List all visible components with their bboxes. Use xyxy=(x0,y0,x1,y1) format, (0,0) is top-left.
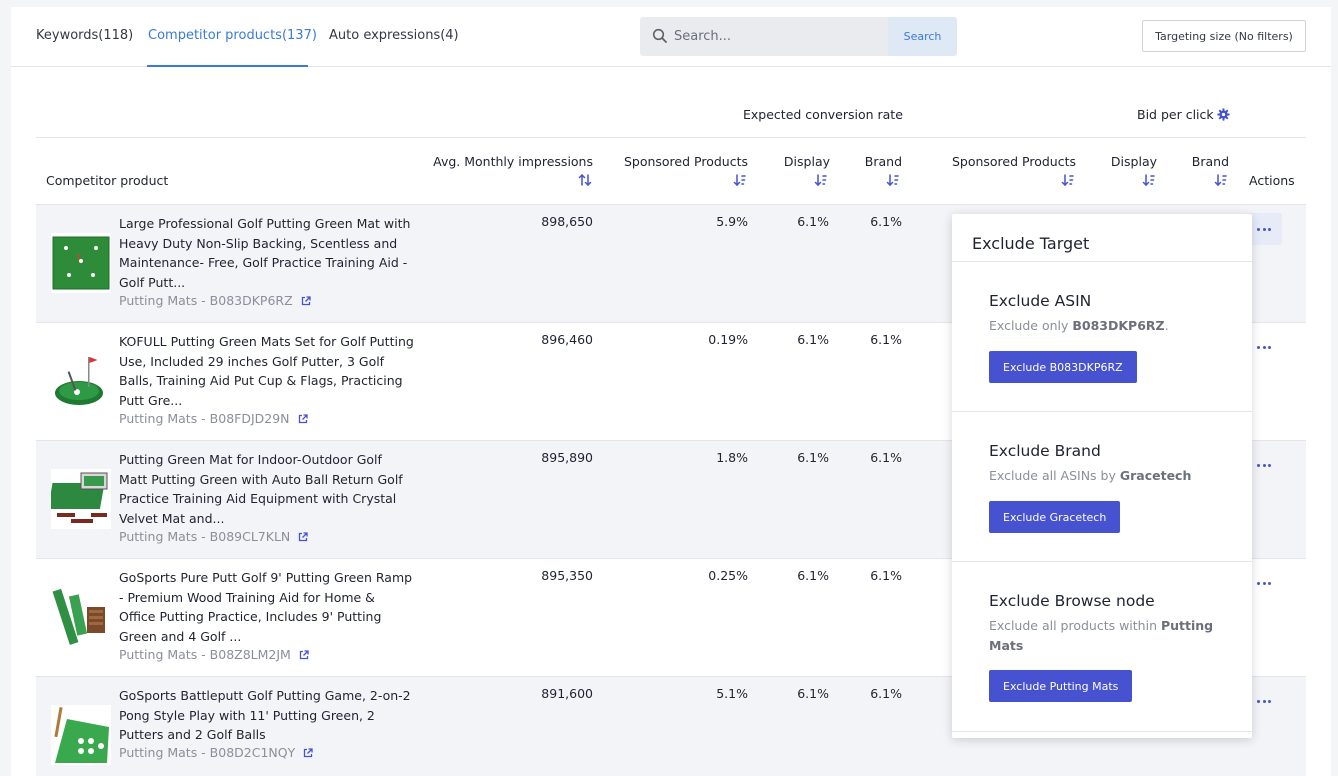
product-thumbnail[interactable] xyxy=(51,469,111,529)
product-meta: Putting Mats - B08FDJD29N xyxy=(119,411,308,426)
search-bar: Search xyxy=(640,17,957,56)
product-category-asin: Putting Mats - B089CL7KLN xyxy=(119,529,291,544)
header-divider xyxy=(36,137,1306,138)
exclude-browse-node-title: Exclude Browse node xyxy=(989,592,1155,610)
product-thumbnail[interactable] xyxy=(51,587,111,647)
desc-suffix: . xyxy=(1164,318,1169,333)
product-category-asin: Putting Mats - B083DKP6RZ xyxy=(119,293,293,308)
product-category-asin: Putting Mats - B08D2C1NQY xyxy=(119,745,296,760)
top-bar: Keywords(118) Competitor products(137) A… xyxy=(11,7,1331,67)
popover-title: Exclude Target xyxy=(972,234,1090,253)
exclude-asin-section: Exclude ASIN Exclude only B083DKP6RZ. Ex… xyxy=(952,262,1252,412)
product-title[interactable]: Large Professional Golf Putting Green Ma… xyxy=(119,214,414,292)
external-link-icon[interactable] xyxy=(298,532,308,542)
bid-per-click-label: Bid per click xyxy=(1137,107,1214,122)
product-meta: Putting Mats - B089CL7KLN xyxy=(119,529,308,544)
display-conversion-value: 6.1% xyxy=(797,450,829,465)
sort-desc-icon[interactable] xyxy=(1214,174,1228,186)
tab-keywords[interactable]: Keywords(118) xyxy=(36,28,133,43)
targeting-size-button[interactable]: Targeting size (No filters) xyxy=(1142,20,1306,52)
col-avg-monthly-impressions: Avg. Monthly impressions xyxy=(433,154,593,169)
sp-conversion-value: 1.8% xyxy=(716,450,748,465)
bid-per-click-header: Bid per click xyxy=(1137,107,1230,122)
external-link-icon[interactable] xyxy=(298,414,308,424)
product-title[interactable]: Putting Green Mat for Indoor-Outdoor Gol… xyxy=(119,450,414,528)
col-sp-bid: Sponsored Products xyxy=(951,154,1076,169)
asin-value: B083DKP6RZ xyxy=(1072,318,1165,333)
sort-desc-icon[interactable] xyxy=(1142,174,1156,186)
exclude-brand-section: Exclude Brand Exclude all ASINs by Grace… xyxy=(952,412,1252,562)
search-button[interactable]: Search xyxy=(888,17,957,56)
exclude-brand-button[interactable]: Exclude Gracetech xyxy=(989,501,1121,533)
product-title[interactable]: KOFULL Putting Green Mats Set for Golf P… xyxy=(119,332,414,410)
brand-conversion-value: 6.1% xyxy=(870,450,902,465)
exclude-asin-description: Exclude only B083DKP6RZ. xyxy=(989,316,1219,336)
product-meta: Putting Mats - B08D2C1NQY xyxy=(119,745,313,760)
brand-conversion-value: 6.1% xyxy=(870,686,902,701)
sort-desc-icon[interactable] xyxy=(733,174,747,186)
brand-conversion-value: 6.1% xyxy=(870,568,902,583)
display-conversion-value: 6.1% xyxy=(797,332,829,347)
display-conversion-value: 6.1% xyxy=(797,214,829,229)
external-link-icon[interactable] xyxy=(299,650,309,660)
tab-auto-expressions[interactable]: Auto expressions(4) xyxy=(329,28,459,43)
sort-desc-icon[interactable] xyxy=(886,174,900,186)
desc-text: Exclude only xyxy=(989,318,1073,333)
gear-icon[interactable] xyxy=(1217,108,1230,121)
product-meta: Putting Mats - B08Z8LM2JM xyxy=(119,647,309,662)
impressions-value: 898,650 xyxy=(541,214,593,229)
sort-both-icon[interactable] xyxy=(578,174,592,186)
product-title[interactable]: GoSports Pure Putt Golf 9' Putting Green… xyxy=(119,568,414,646)
col-brand-conversion: Brand xyxy=(864,154,902,169)
brand-value: Gracetech xyxy=(1119,468,1192,483)
exclude-asin-button[interactable]: Exclude B083DKP6RZ xyxy=(989,351,1137,383)
display-conversion-value: 6.1% xyxy=(797,686,829,701)
exclude-brand-title: Exclude Brand xyxy=(989,442,1101,460)
external-link-icon[interactable] xyxy=(303,748,313,758)
col-display-bid: Display xyxy=(1110,154,1157,169)
col-actions: Actions xyxy=(1249,173,1295,188)
product-thumbnail[interactable] xyxy=(51,705,111,765)
exclude-target-popover: Exclude Target Exclude ASIN Exclude only… xyxy=(952,214,1252,738)
search-icon xyxy=(652,28,667,43)
exclude-browse-node-section: Exclude Browse node Exclude all products… xyxy=(952,562,1252,732)
sp-conversion-value: 0.25% xyxy=(708,568,748,583)
sp-conversion-value: 0.19% xyxy=(708,332,748,347)
external-link-icon[interactable] xyxy=(301,296,311,306)
desc-text: Exclude all products within xyxy=(989,618,1161,633)
product-category-asin: Putting Mats - B08FDJD29N xyxy=(119,411,290,426)
brand-conversion-value: 6.1% xyxy=(870,332,902,347)
impressions-value: 891,600 xyxy=(541,686,593,701)
exclude-asin-title: Exclude ASIN xyxy=(989,292,1092,310)
col-sp-conversion: Sponsored Products xyxy=(623,154,748,169)
sp-conversion-value: 5.9% xyxy=(716,214,748,229)
tab-competitor-products[interactable]: Competitor products(137) xyxy=(148,28,317,43)
sp-conversion-value: 5.1% xyxy=(716,686,748,701)
sort-desc-icon[interactable] xyxy=(814,174,828,186)
product-category-asin: Putting Mats - B08Z8LM2JM xyxy=(119,647,291,662)
impressions-value: 896,460 xyxy=(541,332,593,347)
brand-conversion-value: 6.1% xyxy=(870,214,902,229)
exclude-browse-node-button[interactable]: Exclude Putting Mats xyxy=(989,670,1133,702)
product-title[interactable]: GoSports Battleputt Golf Putting Game, 2… xyxy=(119,686,414,745)
sort-desc-icon[interactable] xyxy=(1061,174,1075,186)
product-thumbnail[interactable] xyxy=(51,233,111,293)
search-input[interactable] xyxy=(674,17,887,56)
impressions-value: 895,350 xyxy=(541,568,593,583)
active-tab-indicator xyxy=(147,65,308,67)
impressions-value: 895,890 xyxy=(541,450,593,465)
col-competitor-product: Competitor product xyxy=(46,173,169,188)
expected-conversion-rate-header: Expected conversion rate xyxy=(743,107,903,122)
col-brand-bid: Brand xyxy=(1191,154,1229,169)
exclude-brand-description: Exclude all ASINs by Gracetech xyxy=(989,466,1219,486)
targeting-panel: Keywords(118) Competitor products(137) A… xyxy=(11,7,1331,776)
product-thumbnail[interactable] xyxy=(51,351,111,411)
col-display-conversion: Display xyxy=(783,154,830,169)
desc-text: Exclude all ASINs by xyxy=(989,468,1120,483)
display-conversion-value: 6.1% xyxy=(797,568,829,583)
exclude-browse-node-description: Exclude all products within Putting Mats xyxy=(989,616,1219,656)
product-meta: Putting Mats - B083DKP6RZ xyxy=(119,293,311,308)
